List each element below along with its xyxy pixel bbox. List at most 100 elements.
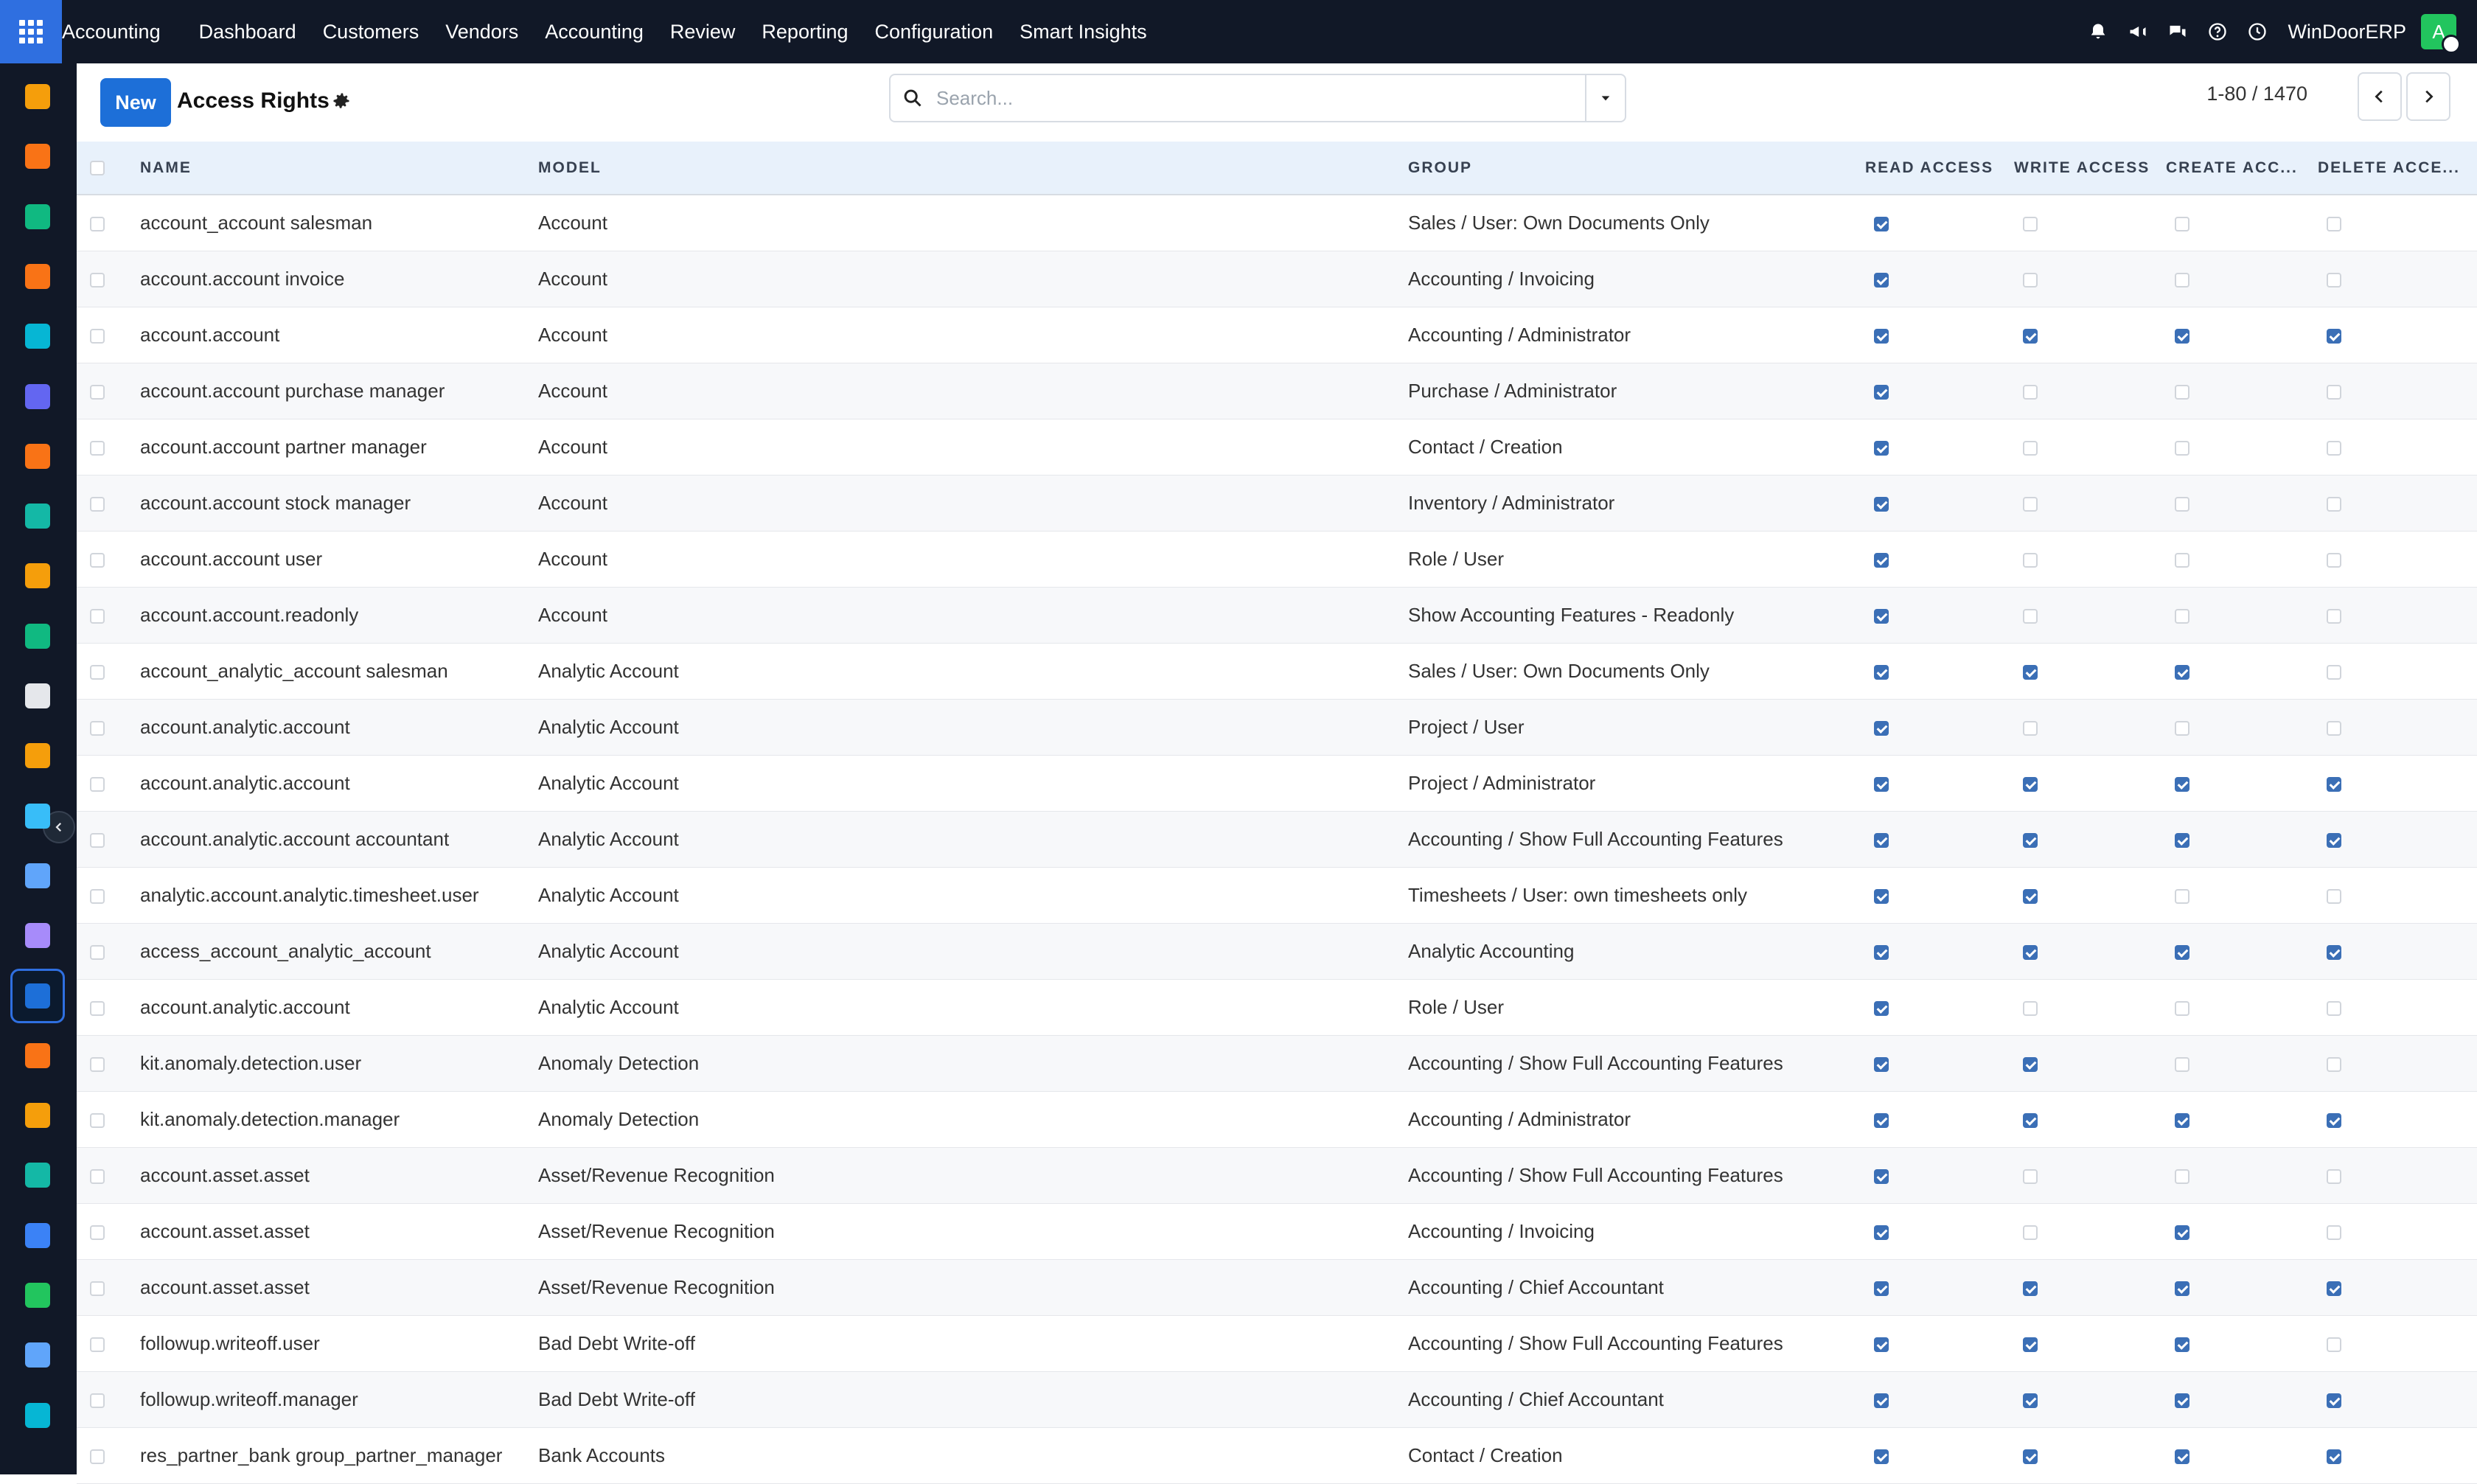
row-select-checkbox[interactable] xyxy=(90,440,105,456)
write-access-checkbox[interactable] xyxy=(2023,1225,2038,1240)
row-select-checkbox[interactable] xyxy=(90,272,105,288)
create-access-checkbox[interactable] xyxy=(2175,1112,2189,1128)
table-row[interactable]: account.account stock manager Account Inve… xyxy=(77,475,2477,531)
row-select-checkbox[interactable] xyxy=(90,1168,105,1184)
discuss-app-icon[interactable] xyxy=(21,259,55,293)
search-input[interactable] xyxy=(935,86,1585,111)
row-select-checkbox[interactable] xyxy=(90,664,105,680)
read-access-checkbox[interactable] xyxy=(1874,1168,1889,1184)
table-row[interactable]: account_analytic_account salesman Analyti… xyxy=(77,643,2477,699)
table-row[interactable]: account.asset.asset Asset/Revenue Recogni… xyxy=(77,1203,2477,1259)
accounting-app-icon[interactable] xyxy=(10,969,65,1023)
table-row[interactable]: access_account_analytic_account Analytic … xyxy=(77,923,2477,979)
read-access-checkbox[interactable] xyxy=(1874,832,1889,848)
planning-app-icon[interactable] xyxy=(21,739,55,773)
app-brand-accounting[interactable]: Accounting xyxy=(62,0,174,63)
delete-access-checkbox[interactable] xyxy=(2327,608,2341,624)
top-menu-item[interactable]: Reporting xyxy=(748,0,861,63)
delete-access-checkbox[interactable] xyxy=(2327,552,2341,568)
create-access-checkbox[interactable] xyxy=(2175,664,2189,680)
delete-access-checkbox[interactable] xyxy=(2327,216,2341,231)
barcode-app-icon[interactable] xyxy=(21,919,55,952)
table-row[interactable]: account.account.readonly Account Show Acco… xyxy=(77,587,2477,643)
write-access-checkbox[interactable] xyxy=(2023,1449,2038,1464)
row-select-checkbox[interactable] xyxy=(90,328,105,344)
read-access-checkbox[interactable] xyxy=(1874,328,1889,344)
livechat-app-icon[interactable] xyxy=(21,439,55,473)
pager-next-button[interactable] xyxy=(2406,72,2450,121)
delete-access-checkbox[interactable] xyxy=(2327,1056,2341,1072)
delete-access-checkbox[interactable] xyxy=(2327,888,2341,904)
pager-value[interactable]: 1-80 / 1470 xyxy=(2206,83,2307,105)
megaphone-icon[interactable] xyxy=(2127,21,2149,43)
clock-icon[interactable] xyxy=(2246,21,2268,43)
delete-access-checkbox[interactable] xyxy=(2327,1337,2341,1352)
write-access-checkbox[interactable] xyxy=(2023,776,2038,792)
row-select-checkbox[interactable] xyxy=(90,1337,105,1352)
read-access-checkbox[interactable] xyxy=(1874,608,1889,624)
read-access-checkbox[interactable] xyxy=(1874,1056,1889,1072)
create-access-checkbox[interactable] xyxy=(2175,832,2189,848)
delete-access-checkbox[interactable] xyxy=(2327,1168,2341,1184)
read-access-checkbox[interactable] xyxy=(1874,1281,1889,1296)
chat-icon[interactable] xyxy=(2167,21,2189,43)
read-access-checkbox[interactable] xyxy=(1874,1225,1889,1240)
delete-access-checkbox[interactable] xyxy=(2327,496,2341,512)
create-access-checkbox[interactable] xyxy=(2175,272,2189,288)
row-select-checkbox[interactable] xyxy=(90,832,105,848)
project-app-icon[interactable] xyxy=(21,139,55,173)
row-select-checkbox[interactable] xyxy=(90,720,105,736)
help-icon[interactable] xyxy=(2206,21,2229,43)
write-access-checkbox[interactable] xyxy=(2023,1056,2038,1072)
write-access-checkbox[interactable] xyxy=(2023,440,2038,456)
timesheets-app-icon[interactable] xyxy=(21,1338,55,1372)
create-access-checkbox[interactable] xyxy=(2175,1393,2189,1408)
write-access-checkbox[interactable] xyxy=(2023,216,2038,231)
create-access-checkbox[interactable] xyxy=(2175,720,2189,736)
top-menu-item[interactable]: Review xyxy=(657,0,749,63)
read-access-checkbox[interactable] xyxy=(1874,216,1889,231)
write-access-checkbox[interactable] xyxy=(2023,1337,2038,1352)
contacts-app-icon[interactable] xyxy=(21,200,55,234)
write-access-checkbox[interactable] xyxy=(2023,1393,2038,1408)
team-app-icon[interactable] xyxy=(21,1039,55,1073)
whatsapp-app-icon[interactable] xyxy=(21,1278,55,1312)
top-menu-item[interactable]: Smart Insights xyxy=(1006,0,1160,63)
row-select-checkbox[interactable] xyxy=(90,888,105,904)
knowledge-app-icon[interactable] xyxy=(21,859,55,893)
inventory-app-icon[interactable] xyxy=(21,679,55,713)
top-menu-item[interactable]: Accounting xyxy=(532,0,657,63)
delete-access-checkbox[interactable] xyxy=(2327,440,2341,456)
delete-access-checkbox[interactable] xyxy=(2327,272,2341,288)
create-access-checkbox[interactable] xyxy=(2175,496,2189,512)
delete-access-checkbox[interactable] xyxy=(2327,776,2341,792)
write-access-checkbox[interactable] xyxy=(2023,720,2038,736)
column-header-delete-access[interactable]: DELETE ACCE... xyxy=(2318,142,2477,195)
create-access-checkbox[interactable] xyxy=(2175,944,2189,960)
reporting-app-icon[interactable] xyxy=(21,559,55,593)
row-select-checkbox[interactable] xyxy=(90,552,105,568)
read-access-checkbox[interactable] xyxy=(1874,1000,1889,1016)
table-row[interactable]: kit.anomaly.detection.user Anomaly Detect… xyxy=(77,1035,2477,1091)
user-avatar[interactable]: A xyxy=(2421,14,2461,54)
read-access-checkbox[interactable] xyxy=(1874,552,1889,568)
app-grid-icon[interactable] xyxy=(0,0,62,63)
create-access-checkbox[interactable] xyxy=(2175,1337,2189,1352)
read-access-checkbox[interactable] xyxy=(1874,888,1889,904)
website-builder-app-icon[interactable] xyxy=(21,1398,55,1432)
delete-access-checkbox[interactable] xyxy=(2327,328,2341,344)
company-switcher[interactable]: WinDoorERP xyxy=(2288,21,2406,43)
write-access-checkbox[interactable] xyxy=(2023,1168,2038,1184)
read-access-checkbox[interactable] xyxy=(1874,440,1889,456)
table-row[interactable]: account.asset.asset Asset/Revenue Recogni… xyxy=(77,1147,2477,1203)
read-access-checkbox[interactable] xyxy=(1874,720,1889,736)
write-access-checkbox[interactable] xyxy=(2023,1112,2038,1128)
row-select-checkbox[interactable] xyxy=(90,1056,105,1072)
top-menu-item[interactable]: Vendors xyxy=(432,0,532,63)
read-access-checkbox[interactable] xyxy=(1874,664,1889,680)
write-access-checkbox[interactable] xyxy=(2023,552,2038,568)
read-access-checkbox[interactable] xyxy=(1874,496,1889,512)
table-row[interactable]: kit.anomaly.detection.manager Anomaly Det… xyxy=(77,1091,2477,1147)
column-header-create-access[interactable]: CREATE ACC... xyxy=(2166,142,2318,195)
table-row[interactable]: account.analytic.account Analytic Account… xyxy=(77,755,2477,811)
